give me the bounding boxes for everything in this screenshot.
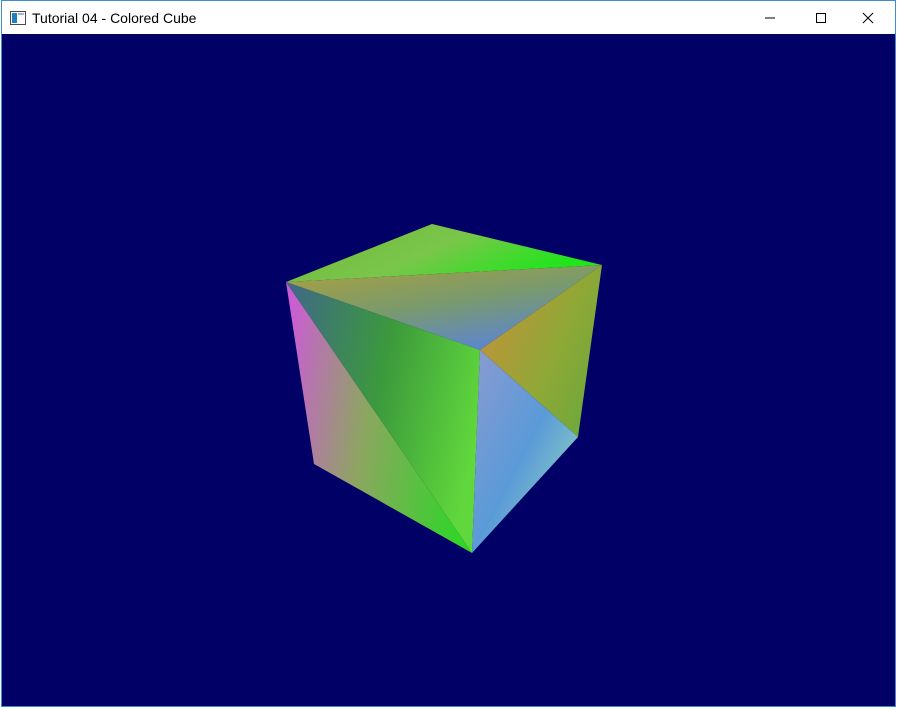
- maximize-icon: [816, 12, 826, 23]
- minimize-icon: [765, 17, 775, 18]
- title-bar[interactable]: Tutorial 04 - Colored Cube: [2, 1, 895, 34]
- render-viewport[interactable]: [2, 34, 895, 706]
- window-app-icon[interactable]: [10, 11, 26, 25]
- close-button[interactable]: [845, 1, 891, 34]
- window-title: Tutorial 04 - Colored Cube: [32, 10, 197, 26]
- close-icon: [862, 12, 874, 23]
- maximize-button[interactable]: [798, 1, 844, 34]
- colored-cube: [286, 224, 602, 553]
- app-window: Tutorial 04 - Colored Cube: [1, 0, 896, 707]
- minimize-button[interactable]: [747, 1, 793, 34]
